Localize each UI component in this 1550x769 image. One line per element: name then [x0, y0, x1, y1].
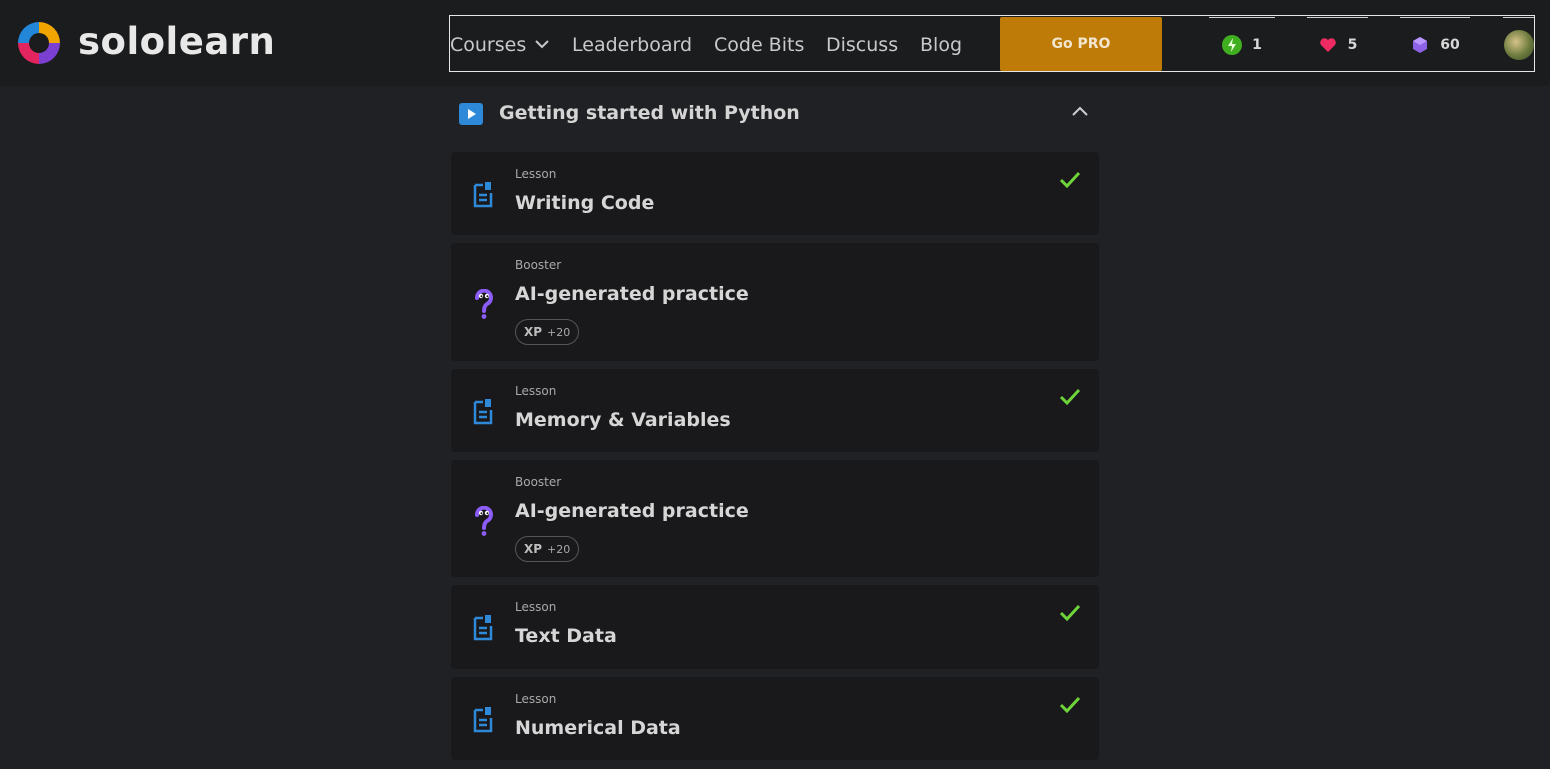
booster-question-icon — [475, 289, 493, 319]
lesson-icon — [473, 615, 493, 641]
item-kind: Lesson — [515, 692, 557, 706]
brand-name: sololearn — [78, 19, 276, 63]
main-nav: Courses Leaderboard Code Bits Discuss Bl… — [449, 15, 1535, 72]
top-navbar: sololearn Courses Leaderboard Code Bits … — [0, 0, 1550, 86]
lesson-icon — [473, 707, 493, 733]
check-icon — [1059, 171, 1081, 188]
gems-counter[interactable]: 60 — [1400, 17, 1470, 71]
play-icon — [459, 103, 483, 125]
lesson-icon — [473, 399, 493, 425]
lesson-icon — [473, 182, 493, 208]
streak-counter[interactable]: 1 — [1209, 17, 1275, 71]
avatar-image — [1503, 29, 1534, 60]
chevron-down-icon — [535, 40, 549, 49]
gems-value: 60 — [1440, 36, 1460, 53]
item-kind: Lesson — [515, 384, 557, 398]
item-title: Writing Code — [515, 192, 655, 214]
item-kind: Lesson — [515, 600, 557, 614]
nav-leaderboard[interactable]: Leaderboard — [572, 16, 692, 73]
chevron-up-icon[interactable] — [1072, 106, 1088, 116]
nav-courses[interactable]: Courses — [450, 16, 549, 73]
check-icon — [1059, 696, 1081, 713]
go-pro-button[interactable]: Go PRO — [1000, 17, 1162, 71]
sololearn-logo[interactable]: sololearn — [14, 18, 275, 68]
booster-card[interactable]: Booster AI-generated practice XP +20 — [451, 460, 1099, 577]
item-kind: Booster — [515, 475, 562, 489]
avatar[interactable] — [1503, 17, 1534, 71]
nav-discuss[interactable]: Discuss — [826, 16, 898, 73]
item-title: Text Data — [515, 625, 617, 647]
check-icon — [1059, 388, 1081, 405]
lesson-card[interactable]: Lesson Memory & Variables — [451, 369, 1099, 452]
module-header[interactable]: Getting started with Python — [451, 88, 1099, 140]
heart-icon — [1319, 37, 1336, 52]
lesson-card[interactable]: Lesson Writing Code — [451, 152, 1099, 235]
xp-value: +20 — [547, 542, 571, 556]
xp-value: +20 — [547, 325, 571, 339]
item-title: Memory & Variables — [515, 409, 731, 431]
nav-code-bits[interactable]: Code Bits — [714, 16, 804, 73]
lesson-card[interactable]: Lesson Numerical Data — [451, 677, 1099, 760]
xp-badge: XP +20 — [515, 319, 580, 345]
sololearn-logo-icon — [18, 22, 60, 64]
check-icon — [1059, 604, 1081, 621]
nav-blog[interactable]: Blog — [920, 16, 962, 73]
hearts-value: 5 — [1347, 36, 1358, 53]
hearts-counter[interactable]: 5 — [1307, 17, 1368, 71]
gem-icon — [1413, 36, 1428, 53]
booster-question-icon — [475, 506, 493, 536]
module-title: Getting started with Python — [499, 102, 800, 124]
xp-badge: XP +20 — [515, 536, 580, 562]
item-title: AI-generated practice — [515, 283, 749, 305]
lesson-card[interactable]: Lesson Text Data — [451, 585, 1099, 669]
item-kind: Booster — [515, 258, 562, 272]
booster-card[interactable]: Booster AI-generated practice XP +20 — [451, 243, 1099, 361]
item-title: AI-generated practice — [515, 500, 749, 522]
bolt-icon — [1222, 34, 1243, 55]
streak-value: 1 — [1252, 36, 1262, 53]
item-title: Numerical Data — [515, 717, 681, 739]
xp-label: XP — [524, 542, 543, 556]
nav-courses-label: Courses — [450, 33, 527, 56]
xp-label: XP — [524, 325, 543, 339]
item-kind: Lesson — [515, 167, 557, 181]
